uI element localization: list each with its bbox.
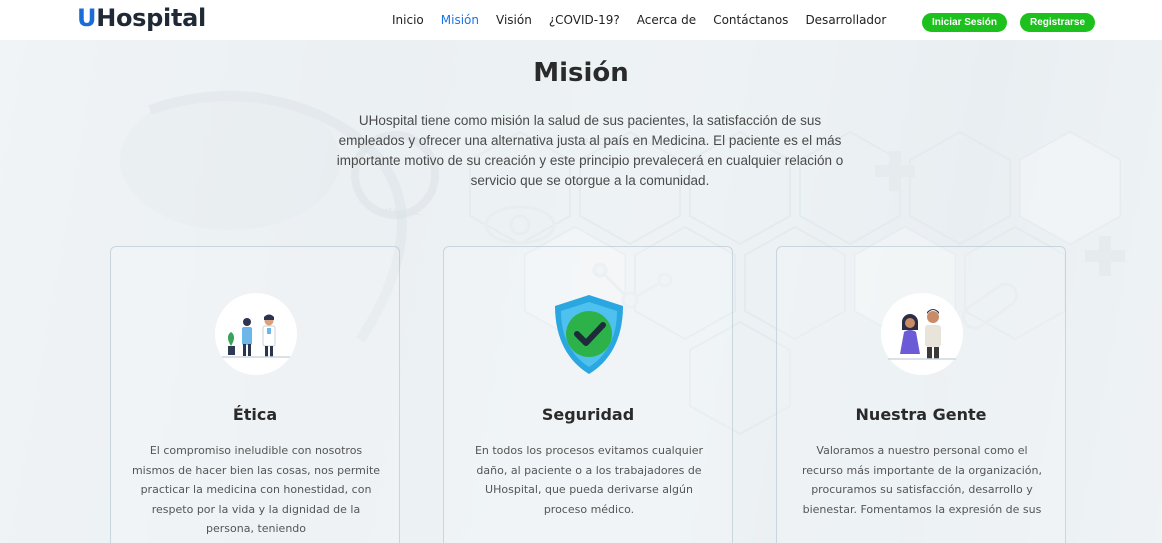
- card-description: En todos los procesos evitamos cualquier…: [474, 444, 704, 516]
- nav-link-vision[interactable]: Visión: [496, 13, 532, 27]
- shield-check-icon: [547, 292, 631, 376]
- nav-link-desarrollador[interactable]: Desarrollador: [805, 13, 886, 27]
- card-description: Valoramos a nuestro personal como el rec…: [801, 444, 1042, 516]
- card-description: El compromiso ineludible con nosotros mi…: [131, 444, 381, 535]
- people-icon: [880, 292, 964, 376]
- card-etica: Ética El compromiso ineludible con nosot…: [110, 246, 400, 543]
- login-button[interactable]: Iniciar Sesión: [922, 13, 1008, 32]
- nav-link-acerca[interactable]: Acerca de: [637, 13, 696, 27]
- page-title: Misión: [533, 58, 629, 88]
- brand-letter-u: U: [77, 4, 97, 32]
- nav-link-inicio[interactable]: Inicio: [392, 13, 424, 27]
- card-title: Seguridad: [541, 405, 635, 424]
- nav-link-covid[interactable]: ¿COVID-19?: [549, 13, 620, 27]
- card-seguridad: Seguridad En todos los procesos evitamos…: [443, 246, 733, 543]
- mission-description: UHospital tiene como misión la salud de …: [336, 113, 844, 188]
- brand-name: Hospital: [96, 4, 206, 32]
- brand-logo[interactable]: UHospital: [77, 4, 206, 32]
- nav-link-mision[interactable]: Misión: [441, 13, 479, 27]
- nav-link-contacto[interactable]: Contáctanos: [713, 13, 788, 27]
- card-title: Nuestra Gente: [855, 405, 987, 424]
- main-nav: Inicio Misión Visión ¿COVID-19? Acerca d…: [392, 0, 903, 40]
- register-button[interactable]: Registrarse: [1020, 13, 1096, 32]
- card-title: Ética: [232, 405, 278, 424]
- card-nuestra-gente: Nuestra Gente Valoramos a nuestro person…: [776, 246, 1066, 543]
- doctors-icon: [214, 292, 298, 376]
- top-navbar: UHospital Inicio Misión Visión ¿COVID-19…: [0, 0, 1162, 40]
